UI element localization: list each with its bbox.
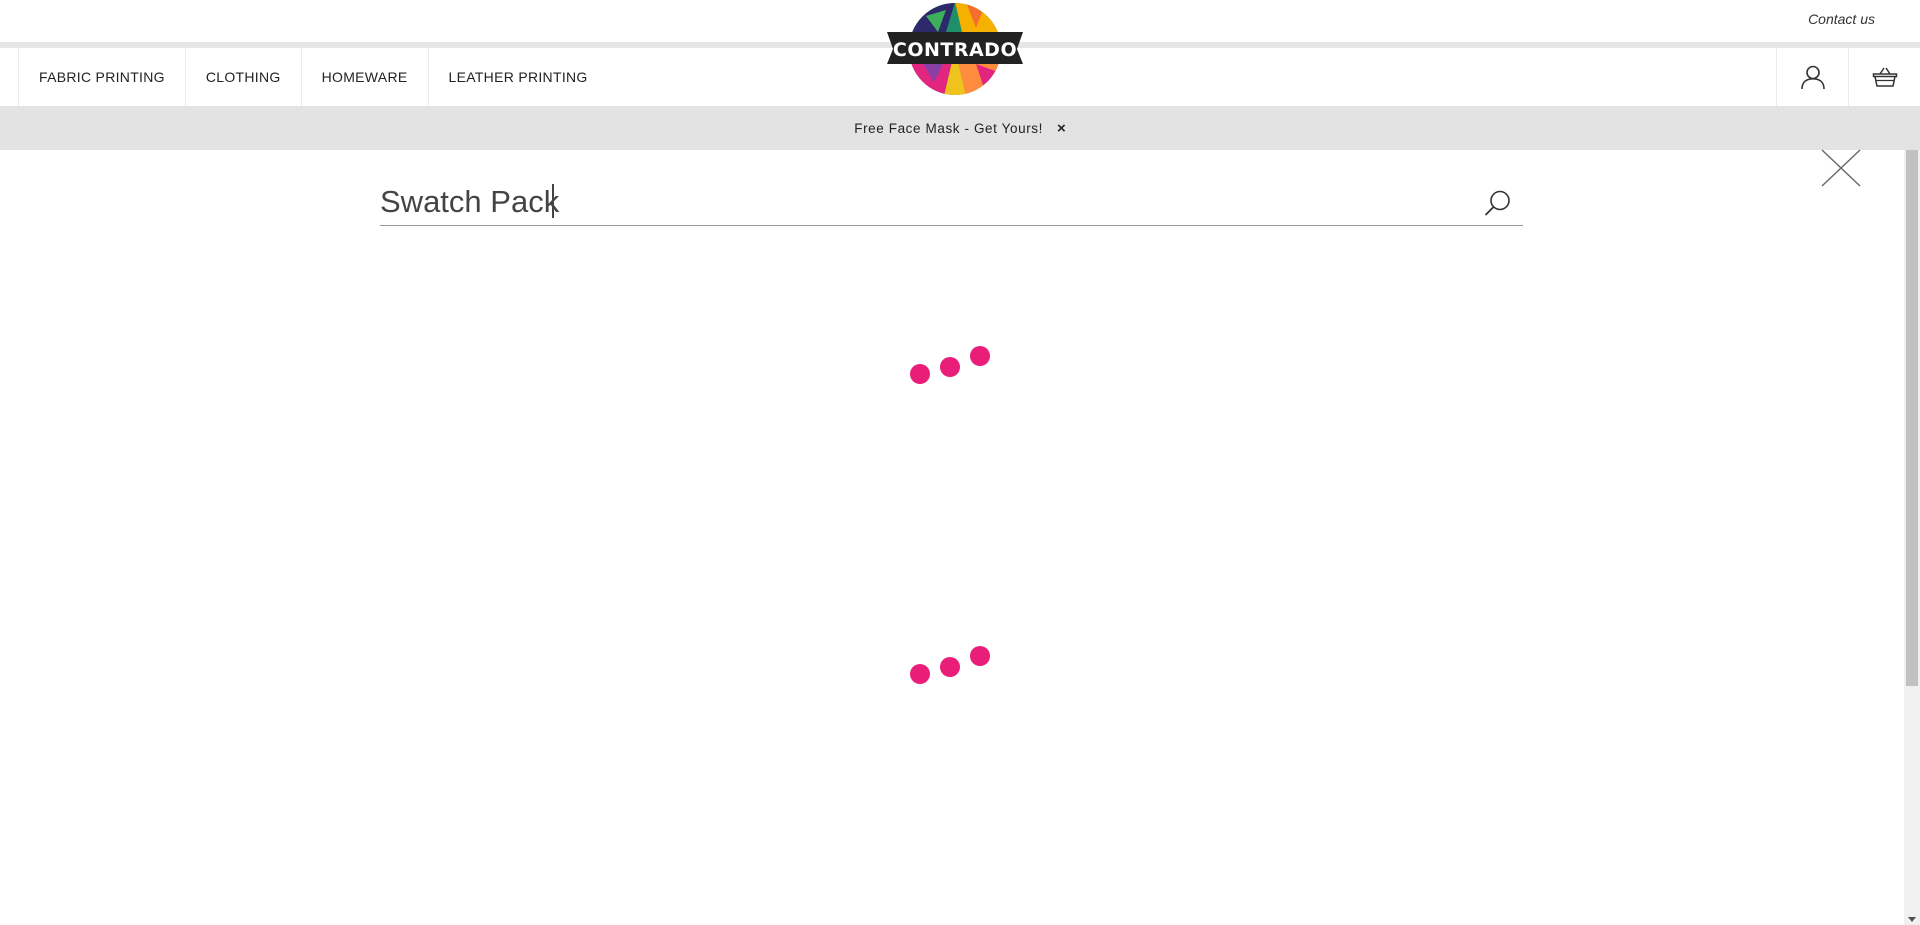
search-icon[interactable] [1483, 188, 1513, 218]
loader-dot [910, 364, 930, 384]
page-scrollbar[interactable] [1904, 150, 1920, 925]
loading-indicator [908, 346, 998, 386]
account-button[interactable] [1776, 48, 1848, 106]
category-menu: FABRIC PRINTING CLOTHING HOMEWARE LEATHE… [18, 48, 608, 106]
close-icon[interactable] [1820, 148, 1862, 188]
scrollbar-thumb[interactable] [1906, 150, 1918, 686]
search-field [380, 180, 1523, 226]
scroll-down-arrow-icon[interactable] [1908, 917, 1916, 922]
promo-banner: Free Face Mask - Get Yours! × [0, 106, 1920, 150]
promo-text[interactable]: Free Face Mask - Get Yours! [854, 121, 1043, 136]
logo-wordmark: CONTRADO [893, 39, 1017, 61]
loader-dot [910, 664, 930, 684]
user-icon [1800, 65, 1825, 90]
loader-dot [970, 646, 990, 666]
nav-item-clothing[interactable]: CLOTHING [184, 48, 301, 106]
nav-item-leather-printing[interactable]: LEATHER PRINTING [427, 48, 608, 106]
page: Contact us FABRIC PRINTING CLOTHING HOME… [0, 0, 1920, 925]
loader-dot [940, 357, 960, 377]
promo-close-button[interactable]: × [1057, 120, 1066, 137]
search-overlay [0, 148, 1920, 925]
account-actions [1776, 48, 1920, 106]
nav-item-fabric-printing[interactable]: FABRIC PRINTING [18, 48, 185, 106]
basket-button[interactable] [1848, 48, 1920, 106]
loader-dot [940, 657, 960, 677]
contrado-logo[interactable]: CONTRADO [886, 2, 1024, 96]
contact-us-link[interactable]: Contact us [1808, 11, 1875, 27]
search-input[interactable] [380, 180, 1460, 224]
text-caret [552, 184, 554, 218]
loader-dot [970, 346, 990, 366]
nav-item-homeware[interactable]: HOMEWARE [300, 48, 428, 106]
basket-icon [1872, 67, 1897, 87]
loading-indicator [908, 646, 998, 686]
